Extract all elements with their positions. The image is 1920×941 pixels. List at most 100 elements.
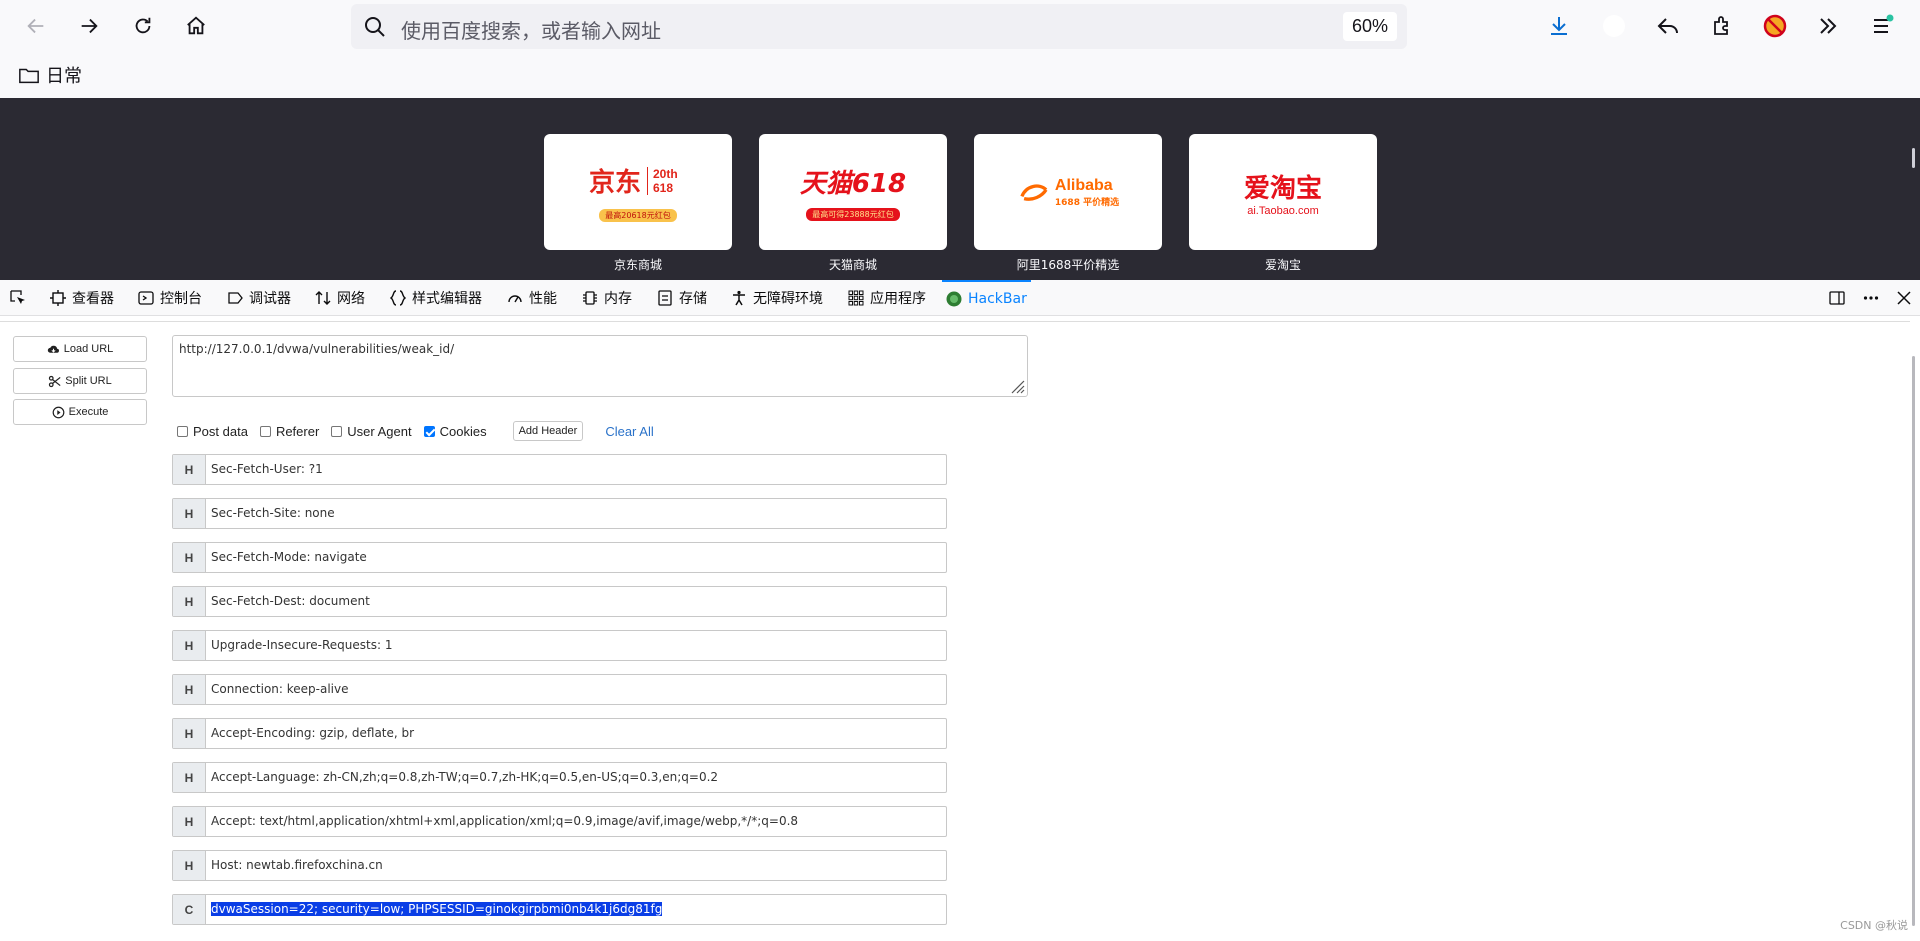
user-agent-checkbox[interactable]: User Agent [331, 423, 412, 439]
header-value-input[interactable]: Upgrade-Insecure-Requests: 1 [206, 631, 946, 660]
header-row[interactable]: H Accept-Encoding: gzip, deflate, br [172, 718, 947, 749]
header-row[interactable]: H Upgrade-Insecure-Requests: 1 [172, 630, 947, 661]
tab-inspector[interactable]: 查看器 [50, 280, 114, 316]
overflow-menu-button[interactable] [1812, 10, 1844, 42]
tab-memory[interactable]: 内存 [582, 280, 632, 316]
home-button[interactable] [180, 10, 212, 42]
checkbox-box[interactable] [331, 425, 343, 437]
arrow-left-icon [27, 18, 44, 34]
tab-network[interactable]: 网络 [315, 280, 365, 316]
tab-label: 内存 [604, 291, 632, 307]
tab-console[interactable]: 控制台 [138, 280, 202, 316]
header-type-badge: H [173, 807, 206, 836]
app-menu-button[interactable] [1866, 10, 1898, 42]
forward-button[interactable] [73, 10, 105, 42]
tab-label: 性能 [529, 291, 557, 307]
add-header-button[interactable]: Add Header [512, 421, 584, 441]
header-type-badge: H [173, 851, 206, 880]
header-type-badge: H [173, 543, 206, 572]
tab-label: HackBar [968, 291, 1027, 307]
account-button[interactable] [1598, 10, 1630, 42]
header-row[interactable]: H Sec-Fetch-Site: none [172, 498, 947, 529]
hackbar-panel: Load URL Split URL Execute http://127.0.… [0, 316, 1920, 941]
checkbox-box[interactable] [423, 425, 435, 437]
user-agent-label: User Agent [347, 423, 412, 439]
close-devtools-button[interactable] [1896, 280, 1912, 316]
dock-toggle-button[interactable] [1829, 280, 1845, 316]
load-url-button[interactable]: Load URL [13, 336, 147, 362]
header-type-badge: H [173, 455, 206, 484]
header-row[interactable]: H Accept-Language: zh-CN,zh;q=0.8,zh-TW;q… [172, 762, 947, 793]
header-row[interactable]: H Sec-Fetch-User: ?1 [172, 454, 947, 485]
header-value-text: Host: newtab.firefoxchina.cn [211, 858, 383, 872]
checkbox-box[interactable] [177, 425, 188, 437]
header-type-badge: C [173, 895, 206, 924]
reload-button[interactable] [127, 10, 159, 42]
url-textarea[interactable]: http://127.0.0.1/dvwa/vulnerabilities/we… [172, 335, 1028, 397]
element-picker-button[interactable] [10, 280, 26, 316]
blocker-extension-button[interactable] [1759, 10, 1791, 42]
address-placeholder: 使用百度搜索，或者输入网址 [401, 19, 661, 43]
reply-button[interactable] [1652, 10, 1684, 42]
blocked-icon [1763, 14, 1787, 38]
tab-accessibility[interactable]: 无障碍环境 [731, 280, 823, 316]
clear-all-link[interactable]: Clear All [605, 424, 653, 439]
address-bar[interactable]: 使用百度搜索，或者输入网址 60% [351, 4, 1407, 49]
execute-button[interactable]: Execute [13, 399, 147, 425]
tab-label: 样式编辑器 [412, 291, 482, 307]
header-value-input[interactable]: Sec-Fetch-Mode: navigate [206, 543, 946, 572]
tab-storage[interactable]: 存储 [657, 280, 707, 316]
zoom-level-button[interactable]: 60% [1342, 12, 1397, 41]
header-row[interactable]: H Sec-Fetch-Mode: navigate [172, 542, 947, 573]
bookmark-folder[interactable]: 日常 [18, 62, 82, 88]
tab-application[interactable]: 应用程序 [848, 280, 926, 316]
page-scrollbar[interactable] [1912, 148, 1915, 168]
referer-checkbox[interactable]: Referer [259, 424, 319, 439]
back-button[interactable] [20, 10, 52, 42]
split-url-button[interactable]: Split URL [13, 368, 147, 394]
header-row[interactable]: H Host: newtab.firefoxchina.cn [172, 850, 947, 881]
post-data-checkbox[interactable]: Post data [177, 424, 248, 439]
devtools-options-button[interactable] [1863, 280, 1879, 316]
header-row[interactable]: H Accept: text/html,application/xhtml+xml… [172, 806, 947, 837]
tab-label: 无障碍环境 [753, 291, 823, 307]
extensions-button[interactable] [1706, 10, 1738, 42]
header-value-text: Connection: keep-alive [211, 682, 349, 696]
folder-icon [19, 68, 39, 84]
checkbox-box[interactable] [259, 425, 271, 437]
reload-icon [135, 17, 151, 34]
header-value-text: dvwaSession=22; security=low; PHPSESSID=… [211, 902, 663, 916]
header-value-input[interactable]: Accept-Encoding: gzip, deflate, br [206, 719, 946, 748]
debugger-icon [228, 292, 243, 304]
header-value-input[interactable]: Connection: keep-alive [206, 675, 946, 704]
tab-performance[interactable]: 性能 [507, 280, 557, 316]
header-value-input[interactable]: Accept: text/html,application/xhtml+xml,… [206, 807, 946, 836]
bookmark-folder-label: 日常 [46, 66, 82, 87]
tile-tmall[interactable]: 天猫618 最高可得23888元红包 [759, 134, 947, 250]
cookies-checkbox[interactable]: Cookies [423, 424, 487, 439]
panel-scrollbar[interactable] [1912, 356, 1915, 926]
tab-debugger[interactable]: 调试器 [227, 280, 291, 316]
header-value-input[interactable]: Sec-Fetch-Site: none [206, 499, 946, 528]
header-value-input[interactable]: Accept-Language: zh-CN,zh;q=0.8,zh-TW;q=… [206, 763, 946, 792]
tile-jd[interactable]: 京东 20th 618 最高20618元红包 [544, 134, 732, 250]
hamburger-icon [1874, 14, 1894, 33]
header-row[interactable]: H Sec-Fetch-Dest: document [172, 586, 947, 617]
header-type-badge: H [173, 719, 206, 748]
search-icon [365, 17, 385, 37]
downloads-button[interactable] [1543, 10, 1575, 42]
tab-style-editor[interactable]: 样式编辑器 [390, 280, 482, 316]
gauge-icon [508, 295, 522, 303]
header-value-input[interactable]: Sec-Fetch-Dest: document [206, 587, 946, 616]
cookie-row[interactable]: CdvwaSession=22; security=low; PHPSESSID… [172, 894, 947, 925]
header-value-input[interactable]: Host: newtab.firefoxchina.cn [206, 851, 946, 880]
resize-handle-icon[interactable] [1009, 378, 1025, 394]
tile-aitaobao[interactable]: 爱淘宝 ai.Taobao.com [1189, 134, 1377, 250]
header-value-input[interactable]: Sec-Fetch-User: ?1 [206, 455, 946, 484]
header-value-input[interactable]: dvwaSession=22; security=low; PHPSESSID=… [206, 895, 946, 924]
tile-label-tmall: 天猫商城 [828, 258, 877, 272]
header-row[interactable]: H Connection: keep-alive [172, 674, 947, 705]
tab-hackbar[interactable]: HackBar [942, 280, 1031, 316]
tile-alibaba[interactable]: Alibaba 1688 平价精选 [974, 134, 1162, 250]
header-value-text: Accept: text/html,application/xhtml+xml,… [211, 814, 799, 828]
